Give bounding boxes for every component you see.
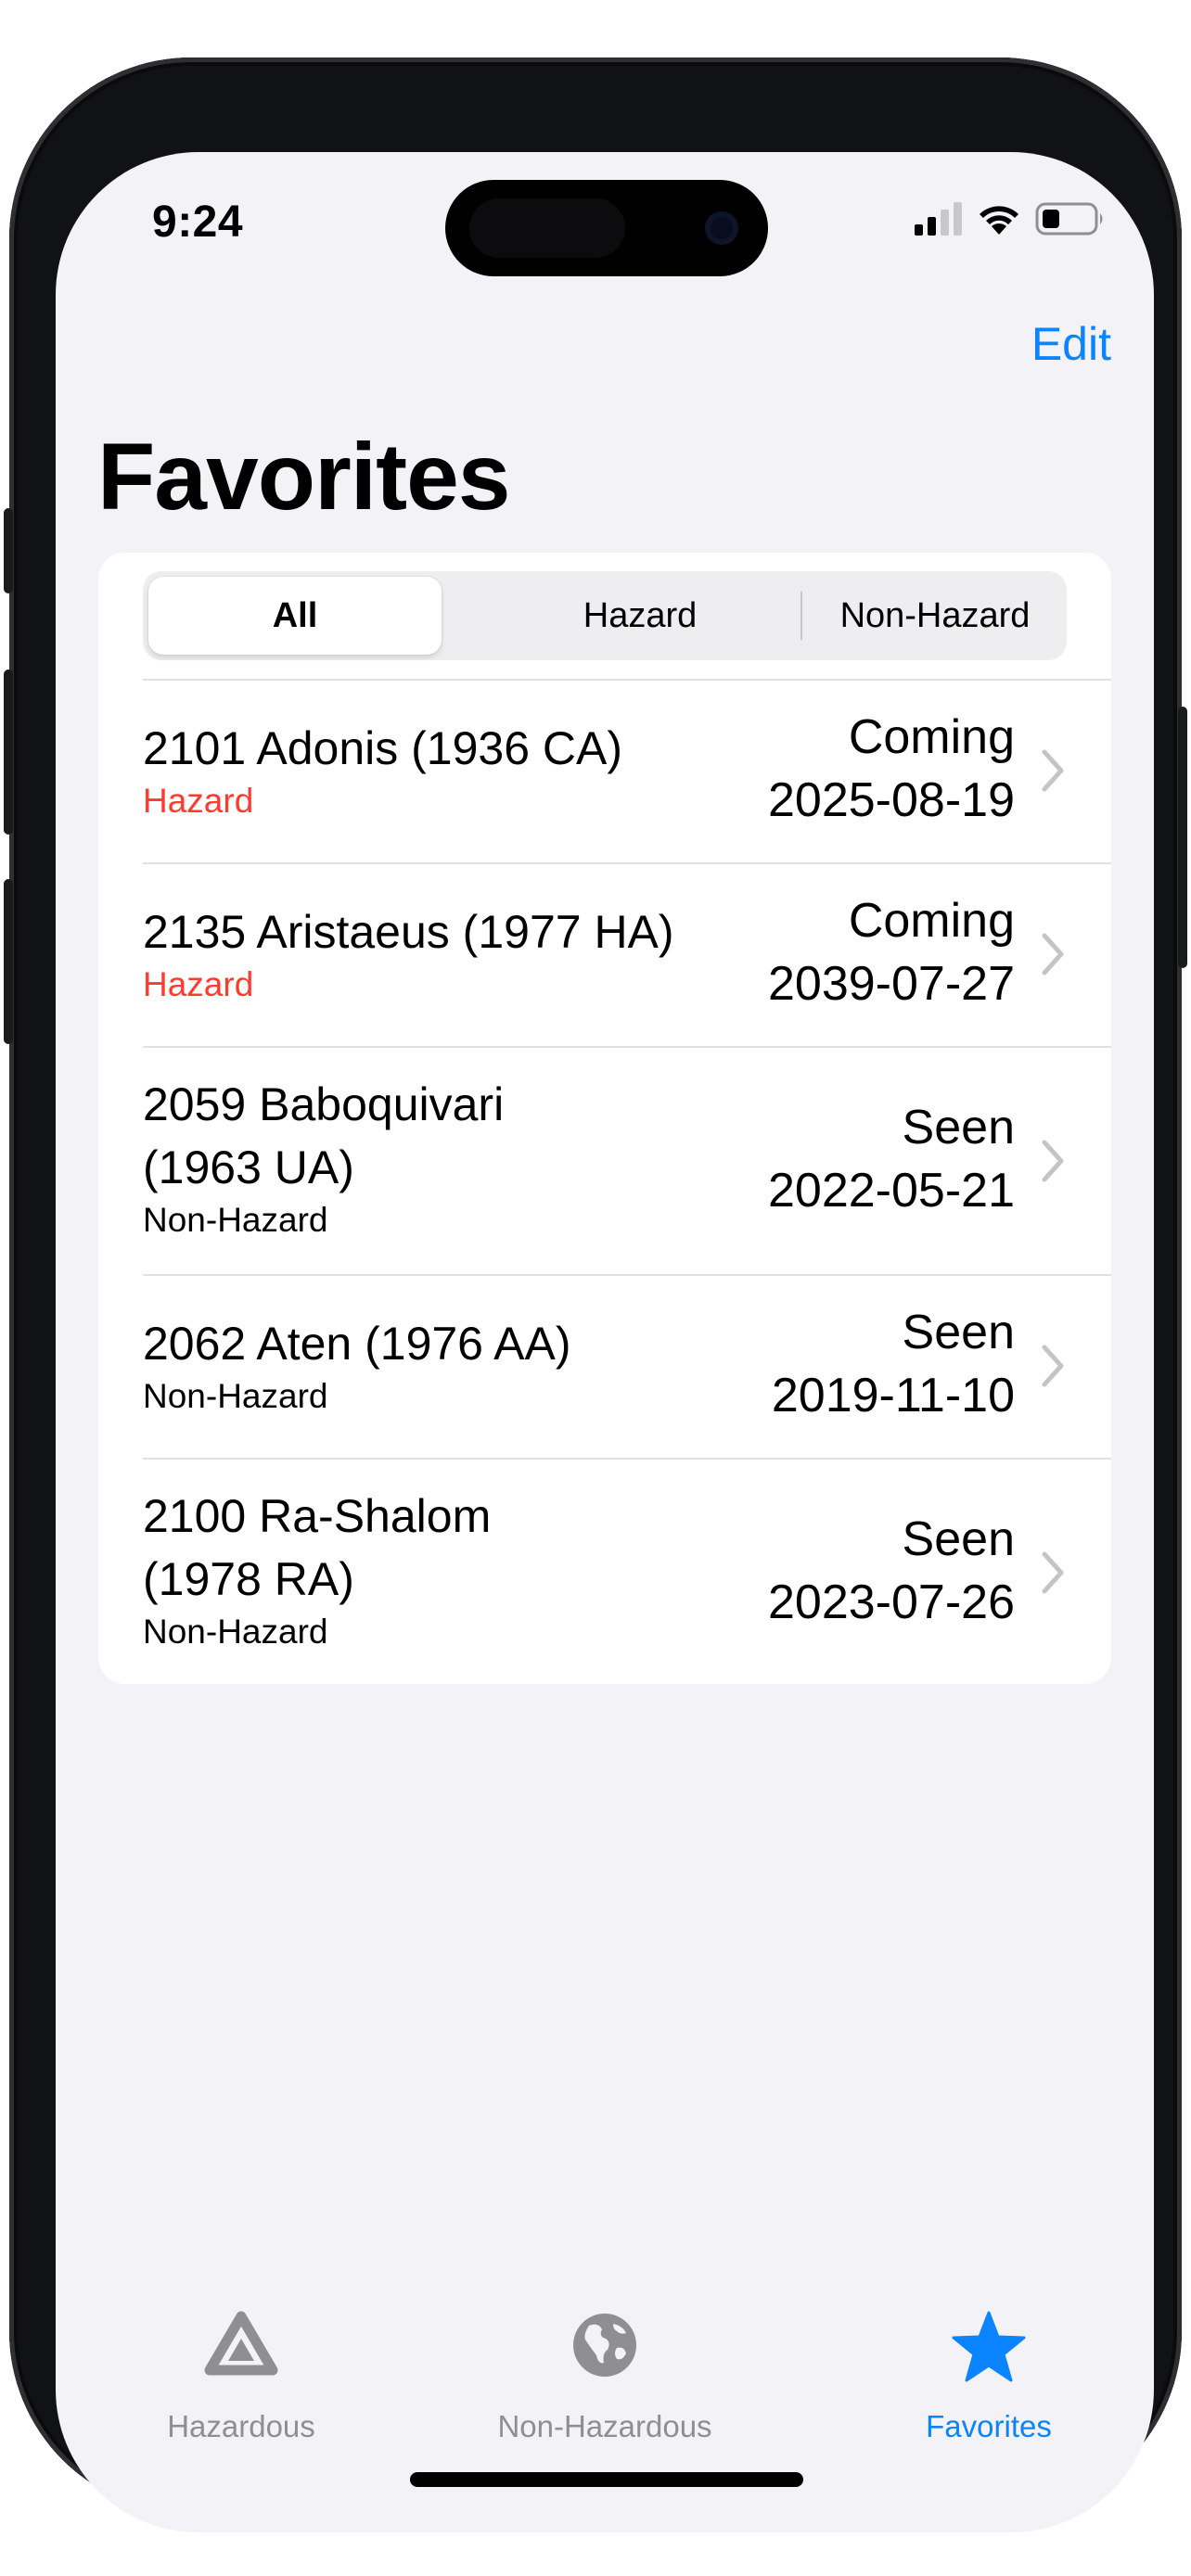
approach-date: 2019-11-10 — [771, 1369, 1015, 1422]
tab-label: Favorites — [926, 2409, 1052, 2443]
row-separator — [143, 1046, 1111, 1048]
row-separator — [143, 1458, 1111, 1460]
wifi-icon — [980, 206, 1018, 235]
list-item[interactable]: 2101 Adonis (1936 CA) Hazard Coming 2025… — [98, 679, 1111, 862]
page-title: Favorites — [97, 424, 511, 529]
chevron-right-icon — [1042, 933, 1064, 976]
hazard-filter-segmented-control: All Hazard Non-Hazard — [143, 571, 1067, 660]
asteroid-name: 2059 Baboquivari — [143, 1078, 505, 1130]
classification-label: Hazard — [143, 782, 254, 820]
action-button — [4, 508, 13, 593]
segment-hazard[interactable]: Hazard — [510, 577, 770, 655]
segment-divider — [800, 592, 802, 640]
chevron-right-icon — [1042, 1140, 1064, 1182]
phone-frame: 9:24 Edit Favorites All Hazard Non-Hazar… — [4, 57, 1187, 2532]
globe-icon — [573, 2314, 636, 2377]
segment-all[interactable]: All — [148, 577, 442, 655]
edit-button[interactable]: Edit — [1031, 317, 1111, 371]
dynamic-island — [445, 180, 768, 276]
approach-status: Seen — [902, 1101, 1015, 1154]
approach-status: Coming — [848, 894, 1015, 948]
tab-hazardous[interactable]: Hazardous — [139, 2302, 343, 2450]
cellular-signal-icon — [915, 202, 962, 236]
volume-down-button — [4, 879, 13, 1044]
tab-favorites[interactable]: Favorites — [887, 2302, 1091, 2450]
chevron-right-icon — [1042, 749, 1064, 792]
row-separator — [143, 679, 1111, 681]
status-time: 9:24 — [152, 198, 244, 247]
battery-icon — [1035, 202, 1103, 236]
chevron-right-icon — [1042, 1345, 1064, 1387]
status-icons — [915, 200, 1106, 237]
approach-status: Seen — [902, 1512, 1015, 1566]
asteroid-name: 2100 Ra-Shalom — [143, 1490, 492, 1542]
chevron-right-icon — [1042, 1551, 1064, 1594]
list-item[interactable]: 2059 Baboquivari (1963 UA) Non-Hazard Se… — [98, 1046, 1111, 1274]
asteroid-designation: (1978 RA) — [143, 1553, 354, 1605]
star-icon — [952, 2311, 1026, 2382]
approach-date: 2022-05-21 — [768, 1164, 1015, 1218]
list-item[interactable]: 2100 Ra-Shalom (1978 RA) Non-Hazard Seen… — [98, 1458, 1111, 1684]
hazard-triangle-icon — [204, 2311, 278, 2376]
classification-label: Non-Hazard — [143, 1201, 328, 1239]
classification-label: Non-Hazard — [143, 1613, 328, 1651]
row-separator — [143, 862, 1111, 864]
tab-label: Hazardous — [167, 2409, 315, 2443]
list-item[interactable]: 2062 Aten (1976 AA) Non-Hazard Seen 2019… — [98, 1274, 1111, 1458]
list-item[interactable]: 2135 Aristaeus (1977 HA) Hazard Coming 2… — [98, 862, 1111, 1046]
asteroid-name: 2135 Aristaeus (1977 HA) — [143, 906, 674, 958]
asteroid-name: 2101 Adonis (1936 CA) — [143, 722, 623, 774]
approach-status: Coming — [848, 710, 1015, 764]
asteroid-designation: (1963 UA) — [143, 1141, 354, 1193]
tab-non-hazardous[interactable]: Non-Hazardous — [456, 2302, 753, 2450]
volume-up-button — [4, 670, 13, 835]
sensor — [469, 198, 625, 258]
approach-date: 2025-08-19 — [768, 773, 1015, 827]
classification-label: Hazard — [143, 965, 254, 1003]
approach-date: 2023-07-26 — [768, 1575, 1015, 1629]
home-indicator[interactable] — [410, 2472, 803, 2487]
favorites-card: All Hazard Non-Hazard 2101 Adonis (1936 … — [98, 553, 1111, 1684]
classification-label: Non-Hazard — [143, 1377, 328, 1415]
screen: 9:24 Edit Favorites All Hazard Non-Hazar… — [56, 152, 1154, 2532]
segment-non-hazard[interactable]: Non-Hazard — [807, 577, 1063, 655]
approach-date: 2039-07-27 — [768, 957, 1015, 1011]
power-button — [1178, 707, 1187, 968]
tab-label: Non-Hazardous — [497, 2409, 712, 2443]
asteroid-name: 2062 Aten (1976 AA) — [143, 1318, 571, 1370]
row-separator — [143, 1274, 1111, 1276]
tab-bar: Hazardous Non-Hazardous Favorites — [56, 2302, 1154, 2450]
camera — [705, 211, 738, 245]
approach-status: Seen — [902, 1306, 1015, 1359]
